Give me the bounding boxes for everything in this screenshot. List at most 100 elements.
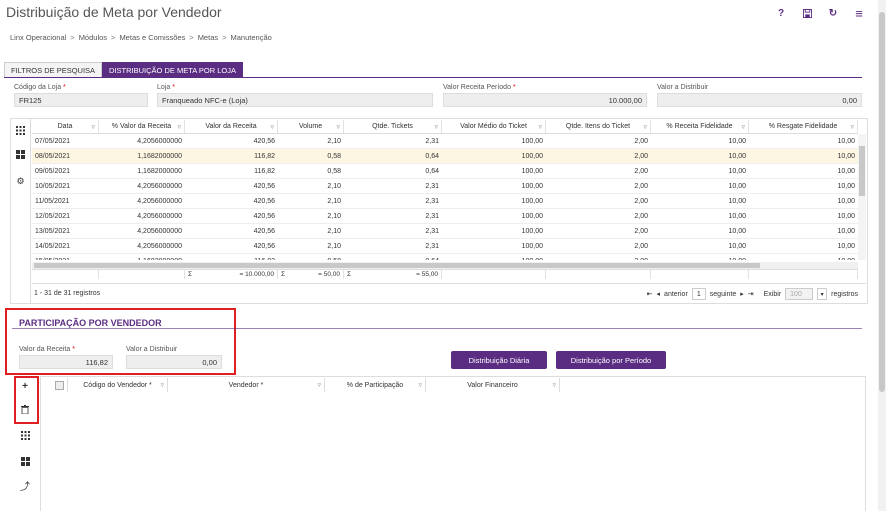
- filter-icon[interactable]: ▿: [538, 123, 542, 131]
- table-cell: 420,56: [253, 137, 275, 145]
- col-vendedor[interactable]: Vendedor * ▿: [168, 378, 325, 392]
- breadcrumb-item-metas[interactable]: Metas: [198, 33, 218, 42]
- col-participacao[interactable]: % de Participação ▿: [325, 378, 426, 392]
- chevron-down-icon[interactable]: ▾: [817, 288, 828, 300]
- col-valor-receita[interactable]: Valor da Receita ▿: [185, 120, 278, 133]
- filter-icon[interactable]: ▿: [270, 123, 274, 131]
- table-cell: 2,00: [634, 182, 648, 190]
- help-icon[interactable]: ?: [768, 6, 794, 20]
- refresh-icon[interactable]: ↻: [820, 6, 846, 20]
- table-cell: 14/05/2021: [35, 242, 71, 250]
- trash-icon[interactable]: [18, 405, 32, 417]
- filter-icon[interactable]: ▿: [336, 123, 340, 131]
- table-row[interactable]: 13/05/2021 4,2056000000 420,56 2,10 2,31 100,…: [32, 224, 858, 239]
- page-size-select[interactable]: 100: [785, 288, 814, 300]
- valor-receita-label: Valor da Receita *: [19, 346, 75, 353]
- menu-icon[interactable]: ≡: [846, 6, 872, 21]
- table-cell: 0,58: [278, 254, 344, 261]
- layout-icon[interactable]: [18, 457, 32, 469]
- col-codigo-vendedor[interactable]: Código do Vendedor * ▿: [68, 378, 168, 392]
- filter-icon[interactable]: ▿: [850, 123, 854, 131]
- records-label: registros: [831, 290, 858, 298]
- layout-icon[interactable]: [15, 150, 26, 161]
- table-cell: 2,10: [327, 182, 341, 190]
- grid-summary-row: Σ = 10.000,00 Σ = 50,00 Σ = 55,00: [32, 269, 858, 279]
- filter-icon[interactable]: ▿: [177, 123, 181, 131]
- header-actions: ? ↻ ≡: [768, 6, 872, 21]
- codigo-loja-field[interactable]: FR125: [14, 93, 148, 107]
- table-cell: 1,1682000000: [137, 167, 182, 175]
- table-cell: 2,31: [425, 227, 439, 235]
- last-page-icon[interactable]: ⇥: [748, 290, 754, 298]
- table-row[interactable]: 10/05/2021 4,2056000000 420,56 2,10 2,31 100,…: [32, 179, 858, 194]
- col-qtde-tickets[interactable]: Qtde. Tickets ▿: [344, 120, 442, 133]
- col-pct-resgate-fidelidade[interactable]: % Resgate Fidelidade ▿: [749, 120, 858, 133]
- table-cell: 10,00: [728, 152, 746, 160]
- columns-icon[interactable]: [15, 126, 26, 137]
- col-pct-receita-fidelidade[interactable]: % Receita Fidelidade ▿: [651, 120, 749, 133]
- col-data[interactable]: Data ▿: [32, 120, 99, 133]
- codigo-loja-label: Código da Loja *: [14, 84, 66, 91]
- table-cell: 2,00: [634, 227, 648, 235]
- filter-icon[interactable]: ▿: [91, 123, 95, 131]
- table-row[interactable]: 11/05/2021 4,2056000000 420,56 2,10 2,31 100,…: [32, 194, 858, 209]
- filter-icon: ▿: [418, 382, 422, 389]
- col-pct-valor-receita[interactable]: % Valor da Receita ▿: [99, 120, 185, 133]
- col-valor-medio-ticket[interactable]: Valor Médio do Ticket ▿: [442, 120, 546, 133]
- export-icon[interactable]: ⤴: [18, 482, 32, 494]
- distribuicao-diaria-button[interactable]: Distribuição Diária: [451, 351, 547, 369]
- grid-vertical-scrollbar[interactable]: [858, 134, 866, 260]
- table-row[interactable]: 14/05/2021 4,2056000000 420,56 2,10 2,31 100,…: [32, 239, 858, 254]
- table-cell: 1,1682000000: [137, 152, 182, 160]
- table-cell: 4,2056000000: [137, 182, 182, 190]
- table-cell: 4,2056000000: [137, 137, 182, 145]
- table-cell: 10,00: [837, 167, 855, 175]
- table-row[interactable]: 15/05/20211,1682000000116,820,580,64100,…: [32, 254, 858, 261]
- settings-icon[interactable]: ⚙: [15, 176, 26, 187]
- table-cell: 100,00: [442, 254, 546, 261]
- table-row[interactable]: 08/05/2021 1,1682000000 116,82 0,58 0,64 100,…: [32, 149, 858, 164]
- table-cell: 09/05/2021: [35, 167, 71, 175]
- valor-receita-field[interactable]: 116,82: [19, 355, 113, 369]
- first-page-icon[interactable]: ⇤: [647, 290, 653, 298]
- filter-icon: ▿: [552, 382, 556, 389]
- filter-icon[interactable]: ▿: [434, 123, 438, 131]
- valor-a-distribuir-vend-field: 0,00: [126, 355, 222, 369]
- page-scrollbar[interactable]: [878, 0, 886, 511]
- tab-filtros-pesquisa[interactable]: FILTROS DE PESQUISA: [4, 62, 103, 78]
- col-qtde-itens-ticket[interactable]: Qtde. Itens do Ticket ▿: [546, 120, 651, 133]
- meta-grid-body: 07/05/2021 4,2056000000 420,56 2,10 2,31 100,…: [32, 134, 858, 260]
- valor-receita-periodo-field[interactable]: 10.000,00: [443, 93, 647, 107]
- tab-distribuicao-meta-loja[interactable]: DISTRIBUIÇÃO DE META POR LOJA: [102, 62, 244, 78]
- prev-page-link[interactable]: anterior: [664, 291, 688, 298]
- save-icon[interactable]: [794, 6, 820, 20]
- columns-icon[interactable]: [18, 431, 32, 443]
- table-cell: 100,00: [521, 212, 543, 220]
- grid-horizontal-scrollbar[interactable]: [32, 262, 858, 269]
- breadcrumb-item-linx[interactable]: Linx Operacional: [10, 33, 66, 42]
- table-cell: 10,00: [728, 167, 746, 175]
- table-cell: 116,82: [254, 152, 275, 160]
- distribuicao-periodo-button[interactable]: Distribuição por Período: [556, 351, 666, 369]
- table-row[interactable]: 12/05/2021 4,2056000000 420,56 2,10 2,31 100,…: [32, 209, 858, 224]
- page-number[interactable]: 1: [691, 288, 706, 300]
- prev-page-icon[interactable]: ◂: [657, 290, 661, 298]
- loja-field[interactable]: Franqueado NFC-e (Loja): [157, 93, 433, 107]
- next-page-icon[interactable]: ▸: [740, 290, 744, 298]
- col-volume[interactable]: Volume ▿: [278, 120, 344, 133]
- add-icon[interactable]: +: [18, 381, 32, 393]
- table-cell: 0,64: [344, 254, 442, 261]
- table-row[interactable]: 09/05/2021 1,1682000000 116,82 0,58 0,64 100,…: [32, 164, 858, 179]
- grid-toolbar: ⚙: [10, 118, 31, 304]
- table-row[interactable]: 07/05/2021 4,2056000000 420,56 2,10 2,31 100,…: [32, 134, 858, 149]
- filter-icon[interactable]: ▿: [643, 123, 647, 131]
- next-page-link[interactable]: seguinte: [710, 291, 736, 298]
- breadcrumb-item-metas-comissoes[interactable]: Metas e Comissões: [119, 33, 185, 42]
- vendedor-grid: [40, 376, 866, 511]
- table-cell: 10,00: [837, 242, 855, 250]
- grid-pager: 1 - 31 de 31 registros ⇤ ◂ anterior 1 se…: [32, 283, 866, 303]
- select-all-checkbox[interactable]: [52, 378, 68, 392]
- col-valor-financeiro[interactable]: Valor Financeiro ▿: [426, 378, 560, 392]
- breadcrumb-item-modulos[interactable]: Módulos: [79, 33, 107, 42]
- filter-icon[interactable]: ▿: [741, 123, 745, 131]
